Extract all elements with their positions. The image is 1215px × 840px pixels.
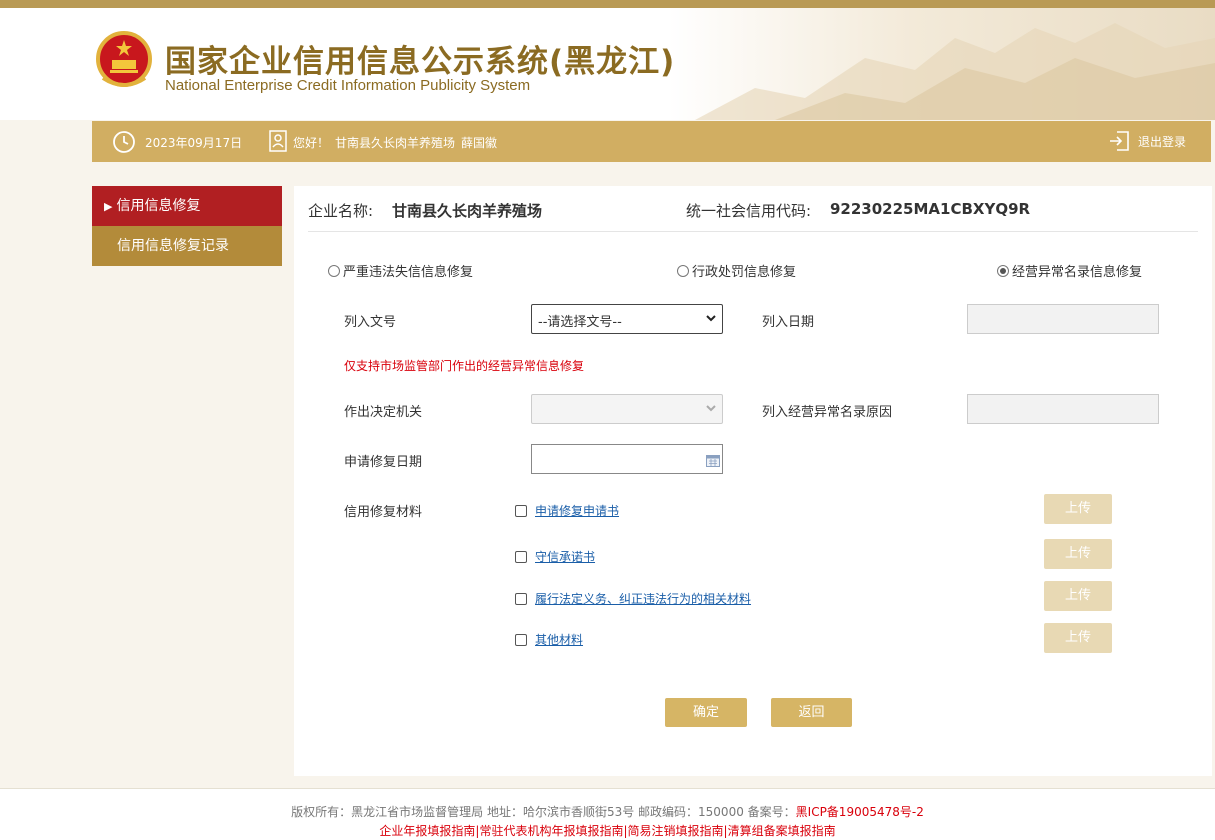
radio-circle	[677, 264, 689, 277]
upload-button[interactable]: 上传	[1044, 581, 1112, 611]
company-name-label: 企业名称:	[308, 202, 374, 220]
logout-icon	[1109, 131, 1129, 151]
radio-abnormal-operation[interactable]: 经营异常名录信息修复	[997, 261, 1142, 280]
triangle-right-icon: ▶	[104, 200, 113, 213]
mountain-background	[695, 23, 1215, 120]
materials-label: 信用修复材料	[344, 505, 423, 520]
sidebar-item-credit-repair[interactable]: ▶ 信用信息修复	[92, 186, 282, 226]
user-info-bar: 2023年09月17日 您好！ 甘南县久长肉羊养殖场 薛国徽 退出登录	[92, 121, 1211, 162]
credit-code-value: 92230225MA1CBXYQ9R	[830, 200, 1031, 218]
radio-label: 经营异常名录信息修复	[1012, 265, 1143, 280]
material-row: 申请修复申请书	[515, 502, 619, 519]
authority-label: 作出决定机关	[344, 405, 423, 420]
calendar-icon[interactable]	[706, 452, 720, 471]
current-date: 2023年09月17日	[145, 136, 243, 150]
material-link[interactable]: 守信承诺书	[535, 548, 595, 565]
reason-field	[967, 394, 1159, 424]
clock-icon	[113, 131, 135, 153]
footer-copyright: 版权所有：黑龙江省市场监督管理局 地址：哈尔滨市香顺街53号 邮政编码：1500…	[0, 803, 1215, 820]
radio-circle-selected	[997, 264, 1009, 277]
logout-button[interactable]: 退出登录	[1108, 130, 1186, 152]
user-name-text: 薛国徽	[461, 136, 498, 150]
material-checkbox[interactable]	[515, 592, 527, 605]
material-checkbox[interactable]	[515, 633, 527, 646]
radio-label: 严重违法失信信息修复	[343, 265, 474, 280]
site-subtitle: National Enterprise Credit Information P…	[165, 77, 531, 94]
sidebar-item-label: 信用信息修复记录	[117, 238, 229, 254]
footer-link-rep-office-report[interactable]: 常驻代表机构年报填报指南	[479, 824, 623, 838]
apply-date-input[interactable]	[531, 444, 723, 474]
main-panel: 企业名称: 甘南县久长肉羊养殖场 统一社会信用代码: 92230225MA1CB…	[294, 186, 1212, 776]
list-date-field	[967, 304, 1159, 334]
company-name-text: 甘南县久长肉羊养殖场	[335, 136, 456, 150]
apply-date-label: 申请修复日期	[344, 455, 423, 470]
greeting-text: 您好！	[293, 136, 330, 150]
material-link[interactable]: 申请修复申请书	[535, 502, 619, 519]
site-header: 国家企业信用信息公示系统(黑龙江) National Enterprise Cr…	[0, 8, 1215, 120]
footer-link-annual-report[interactable]: 企业年报填报指南	[379, 824, 475, 838]
sidebar-item-label: 信用信息修复	[116, 198, 201, 214]
reason-label: 列入经营异常名录原因	[762, 405, 893, 420]
material-row: 其他材料	[515, 631, 583, 648]
doc-no-label: 列入文号	[344, 315, 397, 330]
upload-button[interactable]: 上传	[1044, 623, 1112, 653]
authority-select	[531, 394, 723, 424]
material-row: 履行法定义务、纠正违法行为的相关材料	[515, 590, 751, 607]
confirm-button[interactable]: 确定	[665, 698, 747, 727]
radio-label: 行政处罚信息修复	[692, 265, 797, 280]
upload-button[interactable]: 上传	[1044, 539, 1112, 569]
chevron-down-icon	[706, 312, 716, 327]
radio-administrative-penalty[interactable]: 行政处罚信息修复	[677, 261, 796, 280]
site-footer: 版权所有：黑龙江省市场监督管理局 地址：哈尔滨市香顺街53号 邮政编码：1500…	[0, 788, 1215, 840]
material-link[interactable]: 其他材料	[535, 631, 583, 648]
material-row: 守信承诺书	[515, 548, 595, 565]
list-date-label: 列入日期	[762, 315, 815, 330]
material-link[interactable]: 履行法定义务、纠正违法行为的相关材料	[535, 590, 751, 607]
logout-label: 退出登录	[1137, 134, 1186, 149]
site-title: 国家企业信用信息公示系统(黑龙江)	[165, 44, 676, 80]
sidebar-item-repair-records[interactable]: 信用信息修复记录	[92, 226, 282, 266]
sidebar: ▶ 信用信息修复 信用信息修复记录	[92, 186, 282, 266]
user-card-icon	[269, 130, 287, 152]
doc-no-select[interactable]: --请选择文号--	[531, 304, 723, 334]
radio-serious-violation[interactable]: 严重违法失信信息修复	[328, 261, 473, 280]
upload-button[interactable]: 上传	[1044, 494, 1112, 524]
warning-text: 仅支持市场监管部门作出的经营异常信息修复	[344, 359, 585, 373]
footer-link-liquidation-filing[interactable]: 清算组备案填报指南	[728, 824, 836, 838]
copyright-text: 版权所有：黑龙江省市场监督管理局 地址：哈尔滨市香顺街53号 邮政编码：1500…	[291, 805, 796, 819]
top-accent-line	[0, 0, 1215, 8]
doc-no-selected-value: --请选择文号--	[538, 315, 622, 330]
material-checkbox[interactable]	[515, 504, 527, 517]
back-button[interactable]: 返回	[771, 698, 852, 727]
footer-link-simple-deregistration[interactable]: 简易注销填报指南	[628, 824, 724, 838]
chevron-down-icon	[706, 402, 716, 417]
company-name-value: 甘南县久长肉羊养殖场	[392, 202, 543, 220]
credit-code-label: 统一社会信用代码:	[686, 202, 812, 220]
icp-number[interactable]: 黑ICP备19005478号-2	[796, 805, 924, 819]
footer-links: 企业年报填报指南|常驻代表机构年报填报指南|简易注销填报指南|清算组备案填报指南	[379, 824, 836, 838]
company-info-row: 企业名称: 甘南县久长肉羊养殖场 统一社会信用代码: 92230225MA1CB…	[308, 198, 1198, 232]
material-checkbox[interactable]	[515, 550, 527, 563]
user-greeting: 您好！ 甘南县久长肉羊养殖场 薛国徽	[293, 134, 503, 151]
national-emblem-icon	[96, 31, 152, 87]
radio-circle	[328, 264, 340, 277]
